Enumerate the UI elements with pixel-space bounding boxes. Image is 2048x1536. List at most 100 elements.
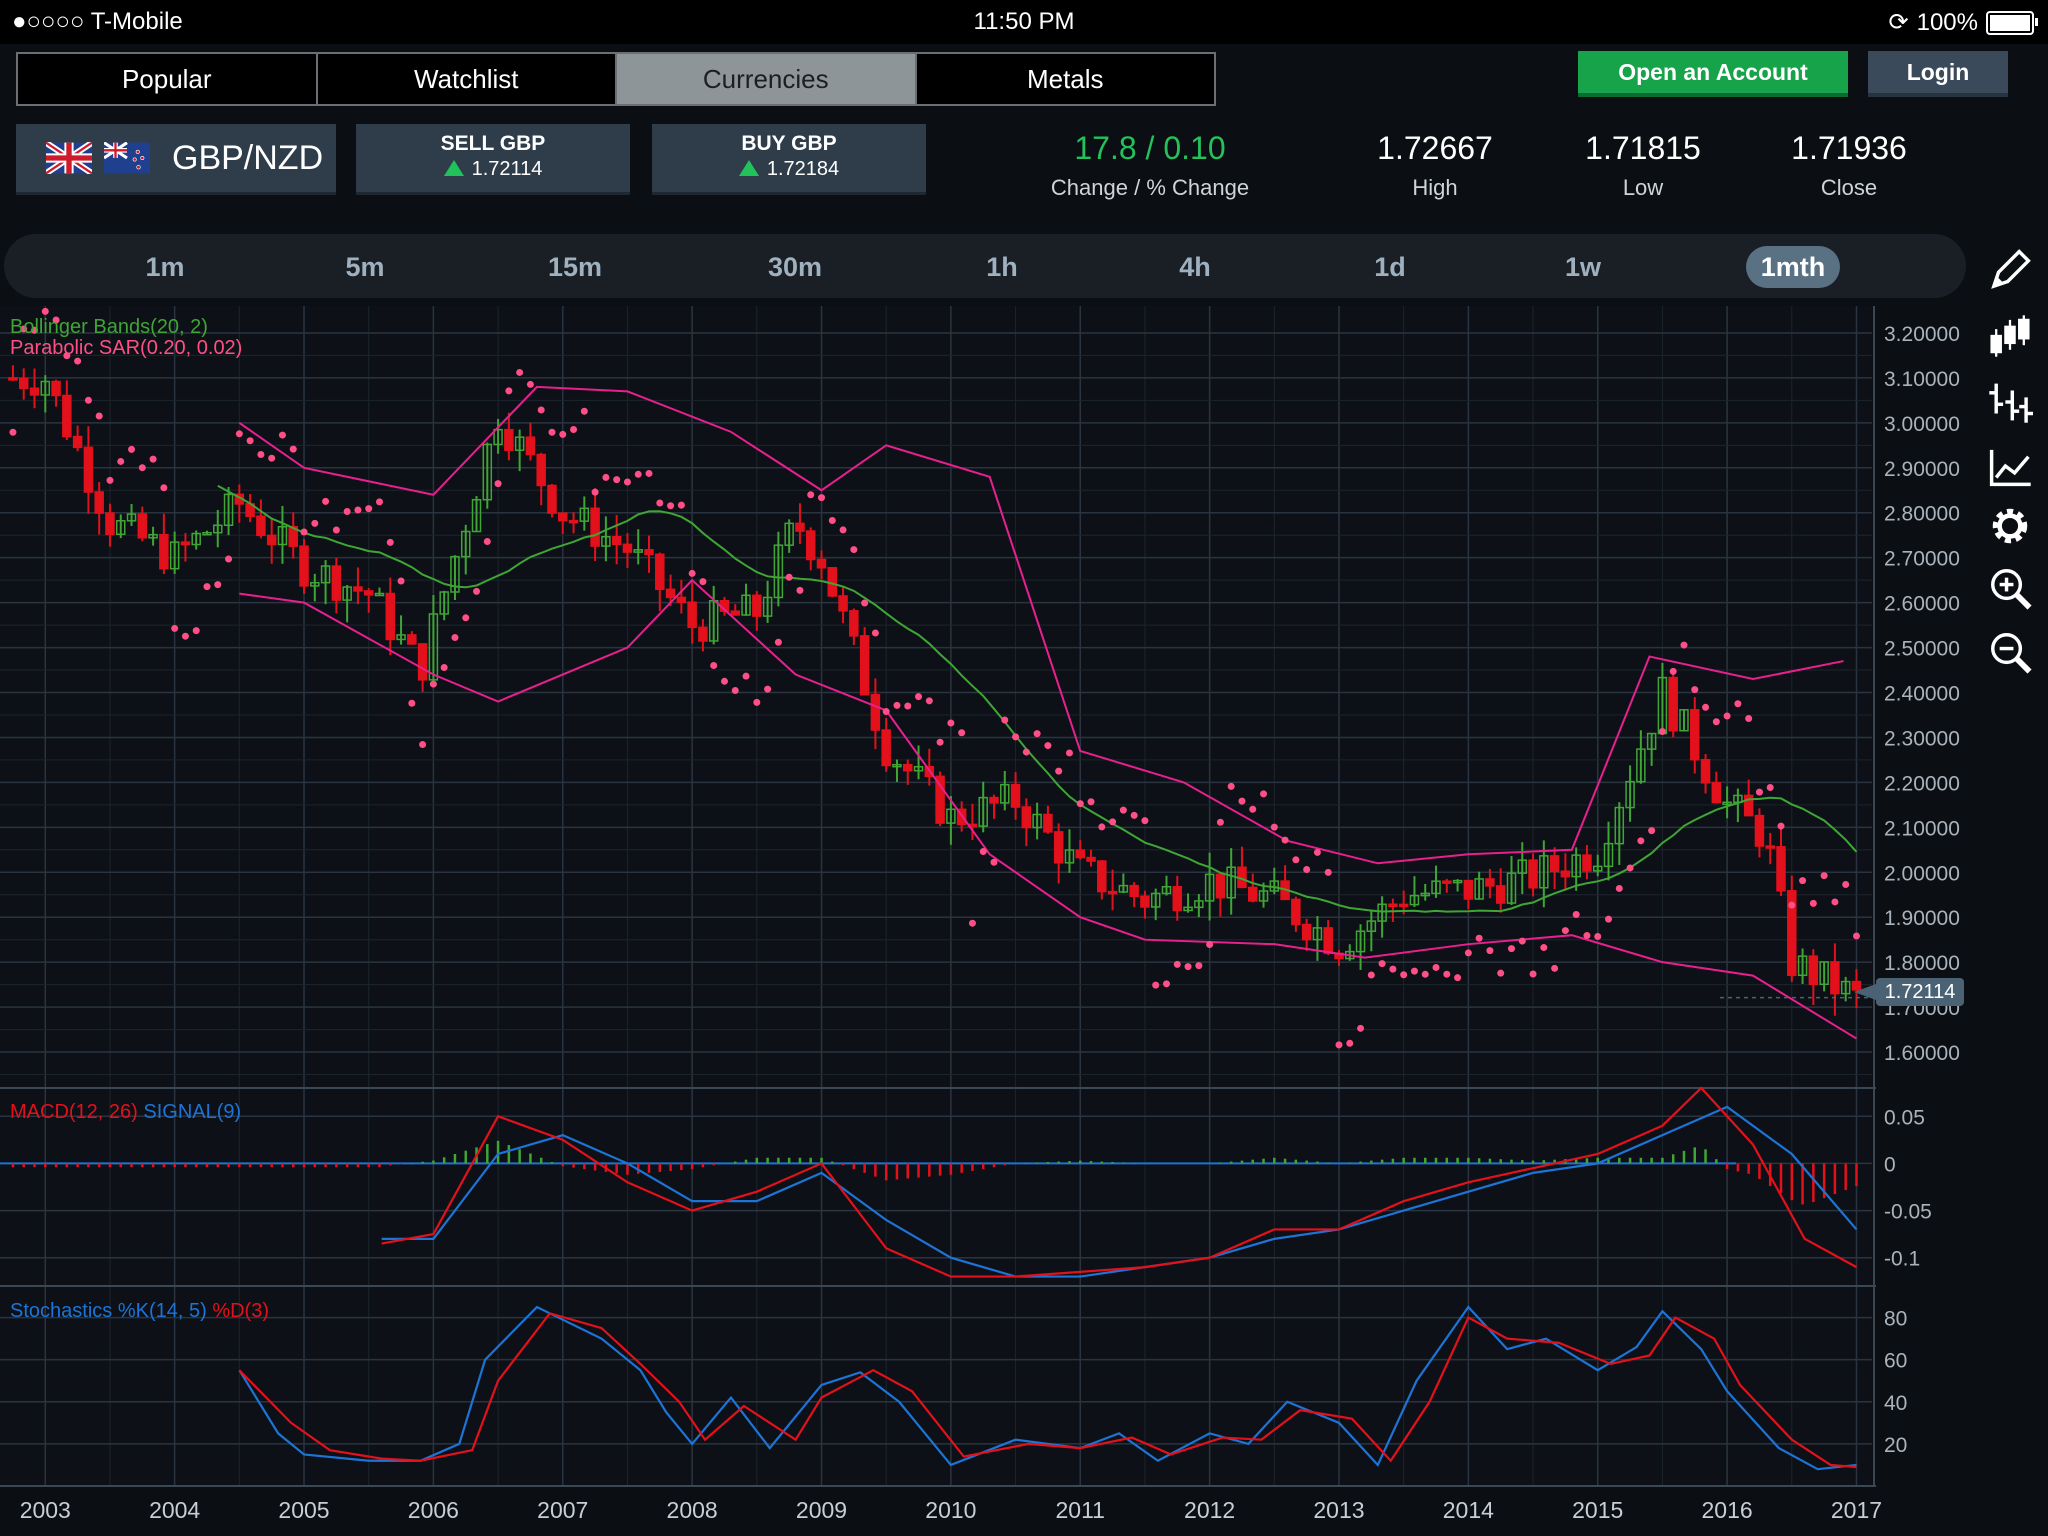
sar-dot [1270,823,1278,831]
sar-dot [1583,932,1591,940]
zoom-out-icon [1991,633,2032,674]
sar-dot [332,526,340,534]
sar-dot [203,583,211,591]
sar-dot [882,708,890,716]
candle-body [1700,758,1711,784]
line-type-button[interactable] [1972,434,2048,498]
sar-dot [246,437,254,445]
candlestick-type-button[interactable] [1972,304,2048,368]
sar-dot [95,412,103,420]
line-chart-icon [1989,449,2031,487]
sar-dot [602,473,610,481]
candle-body [1129,884,1139,898]
close-label: Close [1820,175,1878,200]
draw-tool-button[interactable] [1972,238,2048,302]
tab-watchlist[interactable]: Watchlist [317,54,617,104]
candle-body [51,380,61,397]
timeframe-5m[interactable]: 5m [325,246,405,288]
tab-metals[interactable]: Metals [916,54,1214,104]
sar-dot [1044,742,1052,750]
candle-body [935,775,945,824]
x-tick-label: 2009 [796,1497,847,1523]
sar-dot [936,738,944,746]
timeframe-1mth[interactable]: 1mth [1746,246,1840,288]
candle-body [611,536,622,546]
y-tick-label: 2.20000 [1884,772,1960,795]
sar-dot [1012,733,1020,741]
candle-body [525,436,536,456]
candle-body [1247,886,1258,902]
candle-body [1010,783,1021,808]
sar-dot [818,494,826,502]
x-tick-label: 2015 [1572,1497,1623,1523]
sar-dot [1260,790,1268,798]
zoom-out-button[interactable] [1972,620,2048,684]
candle-body [881,729,891,767]
open-account-button[interactable]: Open an Account [1578,51,1848,97]
candle-body [137,513,148,539]
instrument-selector[interactable]: GBP/NZD [16,124,336,195]
timeframe-30m[interactable]: 30m [750,246,840,288]
stoch-k-legend-label: Stochastics %K(14, 5) [10,1300,207,1322]
y-tick-label: 1.80000 [1884,952,1960,975]
sar-dot [1313,848,1321,856]
x-tick-label: 2005 [278,1497,329,1523]
current-price-tag: 1.72114 [1854,978,1964,1006]
sar-dot [1475,934,1483,942]
sar-dot [462,614,470,622]
sar-dot [1809,899,1817,907]
buy-button[interactable]: BUY GBP 1.72184 [652,124,926,195]
sar-dot [84,396,92,404]
sar-dot [289,445,297,453]
tab-popular[interactable]: Popular [18,54,318,104]
timeframe-4h[interactable]: 4h [1155,246,1235,288]
battery-status: ⟳ 100% [1889,8,2038,37]
timeframe-15m[interactable]: 15m [530,246,620,288]
sar-dot [1594,932,1602,940]
sar-dot [1346,1039,1354,1047]
candle-body [568,519,579,524]
sar-dot [235,430,243,438]
candle-body [266,534,277,546]
login-button[interactable]: Login [1868,51,2008,97]
settings-button[interactable] [1972,494,2048,558]
macd-tick-label: 0 [1884,1153,1896,1176]
candle-body [1808,955,1819,986]
sar-dot [1292,856,1300,864]
sar-dot [871,629,879,637]
sar-dot [1497,969,1505,977]
timeframe-1m[interactable]: 1m [125,246,205,288]
candle-body [870,693,881,731]
sar-dot [1119,806,1127,814]
sar-dot [1518,937,1526,945]
ohlc-type-button[interactable] [1972,370,2048,434]
timeframe-1h[interactable]: 1h [962,246,1042,288]
price-chart[interactable]: 2003 2004 2005 2006 2007 2008 2009 2010 2011 2012… [0,306,1972,1536]
tab-currencies[interactable]: Currencies [617,54,917,104]
candle-body [417,643,428,681]
zoom-in-button[interactable] [1972,556,2048,620]
sar-dot [1432,963,1440,971]
timeframe-1d[interactable]: 1d [1350,246,1430,288]
candle-body [1086,856,1096,862]
sar-dot [1195,962,1203,970]
sar-dot [1001,716,1009,724]
buy-price: 1.72184 [766,158,840,180]
sar-dot [1540,944,1548,952]
sar-dot [343,508,351,516]
stoch-tick-label: 20 [1884,1434,1907,1457]
candle-body [1711,782,1722,804]
sell-button[interactable]: SELL GBP 1.72114 [356,124,630,195]
timeframe-1w[interactable]: 1w [1543,246,1623,288]
sar-dot [41,307,49,315]
sar-dot [1820,872,1828,880]
candle-body [644,549,654,556]
stoch-tick-label: 60 [1884,1350,1907,1373]
sar-dot [483,538,491,546]
sar-dot [1227,782,1235,790]
sar-dot [559,430,567,438]
sar-dot [968,919,976,927]
candle-body [1107,890,1118,895]
sar-dot [1658,728,1666,736]
sar-dot [839,526,847,534]
